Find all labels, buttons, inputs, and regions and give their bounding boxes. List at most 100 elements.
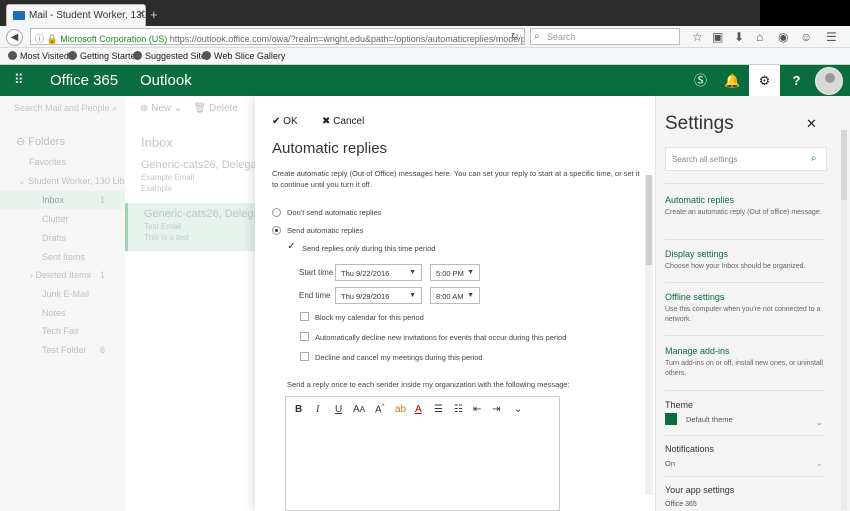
cancel-button[interactable]: ✖ Cancel — [322, 116, 364, 127]
smiley-icon[interactable]: ☺ — [800, 30, 812, 44]
notifications-value[interactable]: On — [665, 459, 675, 468]
settings-scrollbar[interactable] — [841, 130, 847, 510]
list-title: Inbox — [141, 135, 173, 150]
folder-clutter[interactable]: Clutter — [42, 214, 69, 224]
url-text: https://outlook.office.com/owa/?realm=wr… — [169, 34, 525, 44]
settings-display-link[interactable]: Display settings — [665, 249, 728, 259]
decline-cancel-checkbox[interactable] — [300, 352, 309, 361]
folder-drafts[interactable]: Drafts — [42, 233, 66, 243]
auto-decline-label: Automatically decline new invitations fo… — [315, 333, 567, 342]
reload-icon[interactable]: ↻ — [511, 31, 519, 42]
chevron-down-icon: ⌄ — [173, 103, 183, 114]
chevron-down-icon[interactable]: ⌄ — [816, 418, 823, 427]
bookmark-label: Most Visited — [20, 51, 69, 61]
brand-title[interactable]: Office 365 — [50, 72, 118, 89]
increase-indent-icon[interactable]: ⇥ — [492, 404, 500, 415]
dont-send-radio[interactable] — [272, 208, 281, 217]
new-button[interactable]: ⊕ New ⌄ — [140, 103, 182, 114]
bell-icon[interactable]: 🔔 — [717, 65, 748, 96]
time-period-checkbox[interactable]: ✓ — [287, 242, 296, 252]
list-item[interactable]: Generic-cats26, Delegat... Test Email Th… — [125, 203, 255, 251]
bookmark-label: Web Slice Gallery — [214, 51, 286, 61]
folder-inbox[interactable]: Inbox 1 — [42, 195, 122, 205]
message-sender: Generic-cats26, Delegat... — [141, 159, 255, 171]
font-color-icon[interactable]: A — [415, 404, 422, 415]
start-time-dropdown[interactable]: 5:00 PM ▼ — [430, 264, 480, 281]
folder-sent-items[interactable]: Sent Items — [42, 252, 85, 262]
delete-button[interactable]: 🗑 Delete — [193, 103, 237, 114]
download-icon[interactable]: ⬇ — [734, 30, 744, 44]
ok-button[interactable]: ✔ OK — [272, 116, 298, 127]
folder-test-folder[interactable]: Test Folder 6 — [42, 345, 122, 355]
new-tab-button[interactable]: + — [150, 7, 158, 22]
bookmark-getting-started[interactable]: Getting Started — [68, 51, 141, 61]
auto-decline-checkbox[interactable] — [300, 332, 309, 341]
help-icon[interactable]: ? — [781, 65, 812, 96]
settings-section-desc: Create an automatic reply (Out of office… — [665, 209, 822, 216]
message-sender: Generic-cats26, Delegat... — [144, 208, 255, 220]
home-icon[interactable]: ⌂ — [756, 30, 763, 44]
app-settings-sub[interactable]: Office 365 — [665, 501, 697, 508]
menu-icon[interactable]: ☰ — [826, 30, 837, 44]
browser-search-input[interactable]: ⌕ Search — [530, 28, 680, 45]
scrollbar-thumb[interactable] — [841, 130, 847, 200]
numbering-icon[interactable]: ☷ — [454, 404, 463, 415]
folders-header[interactable]: ⊖ Folders — [16, 135, 65, 148]
app-settings-label: Your app settings — [665, 485, 735, 495]
list-item[interactable]: Generic-cats26, Delegat... Example Email… — [125, 156, 255, 202]
decrease-indent-icon[interactable]: ⇤ — [473, 404, 481, 415]
settings-title: Settings — [665, 113, 734, 134]
tab-close-icon[interactable]: ✕ — [137, 9, 145, 20]
bullets-icon[interactable]: ☰ — [434, 404, 443, 415]
bold-icon[interactable]: B — [295, 404, 302, 415]
start-date-dropdown[interactable]: Thu 9/22/2016 ▼ — [335, 264, 422, 281]
pocket-icon[interactable]: ◉ — [778, 30, 788, 44]
plus-icon: ⊕ — [140, 103, 149, 114]
underline-icon[interactable]: U — [335, 404, 342, 415]
app-title[interactable]: Outlook — [140, 72, 192, 89]
chevron-down-icon: ⌄ — [18, 176, 26, 186]
favorites-label[interactable]: Favorites — [29, 157, 66, 167]
grow-font-icon[interactable]: A^ — [375, 404, 385, 415]
font-size-icon[interactable]: AA — [353, 404, 365, 415]
clipboard-icon[interactable]: ▣ — [712, 30, 723, 44]
end-time-dropdown[interactable]: 8:00 AM ▼ — [430, 287, 480, 304]
settings-automatic-replies-link[interactable]: Automatic replies — [665, 195, 734, 205]
bookmark-most-visited[interactable]: Most Visited — [8, 51, 69, 61]
block-calendar-checkbox[interactable] — [300, 312, 309, 321]
gear-icon[interactable]: ⚙ — [749, 65, 780, 96]
settings-search-input[interactable]: Search all settings ⌕ — [665, 147, 827, 171]
scrollbar-thumb[interactable] — [646, 175, 652, 265]
star-icon[interactable]: ☆ — [692, 30, 703, 44]
more-options-chevron-icon[interactable]: ⌄ — [514, 404, 522, 415]
theme-swatch — [665, 413, 677, 425]
app-launcher-icon[interactable]: ⠿ — [14, 73, 26, 86]
mail-search-input[interactable]: Search Mail and People ⌕ — [14, 103, 117, 114]
account-node[interactable]: ⌄ Student Worker, 130 Lib... — [18, 176, 132, 187]
italic-icon[interactable]: I — [316, 404, 319, 415]
theme-value[interactable]: Default theme — [686, 415, 733, 424]
folder-deleted-items[interactable]: › Deleted Items 1 — [30, 270, 120, 280]
end-date-dropdown[interactable]: Thu 9/29/2016 ▼ — [335, 287, 422, 304]
chevron-down-icon[interactable]: ⌄ — [816, 459, 823, 468]
command-bar: ⊕ New ⌄ 🗑 Delete — [140, 103, 238, 114]
trash-icon: 🗑 — [193, 103, 207, 114]
highlight-icon[interactable]: ab — [395, 404, 406, 415]
folder-junk-email[interactable]: Junk E-Mail — [42, 289, 89, 299]
send-radio[interactable] — [272, 226, 281, 235]
back-circle-icon: ⊖ — [16, 136, 26, 148]
skype-icon[interactable]: Ⓢ — [685, 65, 716, 96]
avatar[interactable] — [815, 67, 843, 95]
back-icon[interactable]: ◀ — [6, 29, 23, 46]
settings-offline-link[interactable]: Offline settings — [665, 292, 724, 302]
browser-tab[interactable]: Mail - Student Worker, 130... ✕ — [6, 4, 146, 26]
folder-tech-fair[interactable]: Tech Fair — [42, 326, 79, 336]
dialog-scrollbar[interactable] — [645, 175, 653, 495]
time-period-label: Send replies only during this time perio… — [302, 244, 436, 253]
bookmark-suggested-sites[interactable]: Suggested Sites — [133, 51, 211, 61]
folder-notes[interactable]: Notes — [42, 308, 66, 318]
bookmark-web-slice-gallery[interactable]: Web Slice Gallery — [202, 51, 285, 61]
close-icon[interactable]: ✕ — [806, 116, 817, 132]
address-bar[interactable]: ⓘ 🔒 Microsoft Corporation (US) https://o… — [30, 28, 525, 45]
settings-add-ins-link[interactable]: Manage add-ins — [665, 346, 730, 356]
